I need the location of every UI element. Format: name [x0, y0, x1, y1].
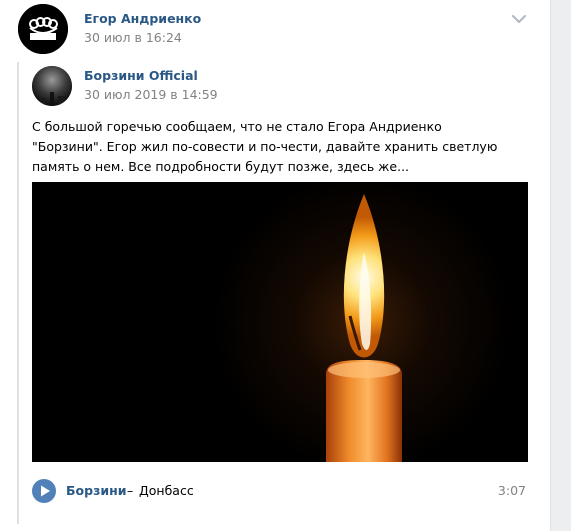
audio-attachment: Борзини – Донбасс 3:07	[32, 478, 528, 504]
play-icon[interactable]	[32, 479, 56, 503]
repost-divider	[17, 62, 19, 524]
audio-separator: –	[127, 483, 134, 498]
repost-author-name[interactable]: Борзини Official	[84, 68, 198, 83]
post-date[interactable]: 30 июл в 16:24	[84, 30, 182, 45]
audio-artist[interactable]: Борзини	[66, 483, 126, 498]
repost-avatar[interactable]	[32, 66, 72, 106]
candle-photo[interactable]	[32, 182, 528, 462]
brass-knuckles-logo	[18, 4, 68, 54]
audio-duration: 3:07	[497, 483, 526, 498]
author-avatar[interactable]	[18, 4, 68, 54]
repost-date[interactable]: 30 июл 2019 в 14:59	[84, 87, 218, 102]
audio-title[interactable]: Донбасс	[139, 483, 194, 498]
chevron-down-icon[interactable]	[508, 10, 530, 28]
post-text: С большой горечью сообщаем, что не стало…	[32, 119, 498, 174]
post-card: Егор Андриенко 30 июл в 16:24 Борзини Of…	[0, 0, 551, 531]
author-name[interactable]: Егор Андриенко	[84, 11, 201, 26]
